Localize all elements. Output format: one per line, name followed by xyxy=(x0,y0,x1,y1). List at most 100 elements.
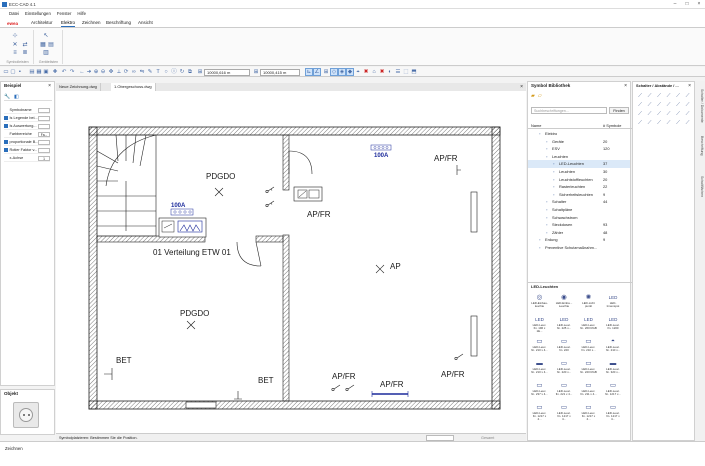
cursor-icon[interactable]: ↖ xyxy=(43,33,49,39)
library-search-button[interactable]: Finden xyxy=(609,107,629,114)
stop-icon[interactable]: ✖ xyxy=(379,69,385,75)
tree-item[interactable]: ▫ Zähler 48 xyxy=(528,229,630,237)
symbol-tile[interactable]: ▭ LED-Leuc. fin. 1217 x 4... xyxy=(605,404,622,421)
side-tab-beschriftung[interactable]: Beschriftung xyxy=(695,131,704,161)
symbol-tile[interactable]: ▭ LED-Leuc. fin. 220 RGB xyxy=(580,360,597,375)
property-value[interactable] xyxy=(38,140,50,145)
minimize-icon[interactable]: – xyxy=(669,0,681,9)
tree-item[interactable]: ▫ Leuchtstoffleuchten 20 xyxy=(528,176,630,184)
open-icon[interactable]: ▢ xyxy=(10,69,16,75)
coord-x-input[interactable]: 10000,616 m xyxy=(204,68,250,76)
property-value[interactable] xyxy=(38,108,50,113)
tree-item[interactable]: ▫ Steckdosen 93 xyxy=(528,221,630,229)
checkbox[interactable] xyxy=(4,132,8,136)
pan-icon[interactable]: ✥ xyxy=(108,69,114,75)
tree-item[interactable]: ▫ Schalter 44 xyxy=(528,198,630,206)
symbol-tile[interactable]: ▬ LED-Leuc. fin. 210 x 4... xyxy=(531,360,548,375)
mirror-icon[interactable]: ⇋ xyxy=(139,69,145,75)
switch-symbol-icon[interactable]: ⟋ xyxy=(674,110,682,118)
symbol-tile[interactable]: ▬ LED-Leuc. fin. 320 x... xyxy=(605,360,622,375)
symbol-tile[interactable]: ◉ LED-Einba. -Leuchte xyxy=(556,294,573,309)
doc-tab-obergeschoss[interactable]: 1.Obergeschoss.dwg xyxy=(111,83,156,91)
switch-symbol-icon[interactable]: ⟋ xyxy=(655,101,663,109)
switch-symbol-icon[interactable]: ⟋ xyxy=(684,119,692,127)
checkbox[interactable] xyxy=(4,116,8,120)
tree-item[interactable]: ▫ Schaltpläne xyxy=(528,206,630,214)
switch-symbol-icon[interactable]: ⟋ xyxy=(674,101,682,109)
side-tab-schaltflaechen[interactable]: Schaltflächen xyxy=(695,169,704,204)
select-icon[interactable]: ⬚ xyxy=(403,69,409,75)
switch-symbol-icon[interactable]: ⟋ xyxy=(674,119,682,127)
tree-item[interactable]: ▫ LED-Leuchten 37 xyxy=(528,160,630,168)
switch-symbol-icon[interactable]: ⟋ xyxy=(646,110,654,118)
rotate-icon[interactable]: ⟳ xyxy=(123,69,129,75)
drawing-canvas[interactable]: PDGDO PDGDO AP/FR AP/FR AP/FR AP/FR AP/F… xyxy=(56,91,526,433)
symbol-tile[interactable]: LED LED-Innenspot xyxy=(605,294,622,309)
switch-symbol-icon[interactable]: ⟋ xyxy=(684,110,692,118)
filter2-icon[interactable]: ⬒ xyxy=(411,69,417,75)
snap-grid-icon[interactable]: ⊞ xyxy=(323,69,329,75)
tree-item[interactable]: ▫ Leuchten xyxy=(528,153,630,161)
side-tab-schalter[interactable]: Schalter / Dokumente xyxy=(695,86,704,126)
floor-plan[interactable]: PDGDO PDGDO AP/FR AP/FR AP/FR AP/FR AP/F… xyxy=(56,91,526,433)
symbol-tile[interactable]: ▭ LED-Leuc. fin. 220 xyxy=(556,338,573,353)
link-icon[interactable]: ∞ xyxy=(131,69,137,75)
property-value[interactable]: Fa... xyxy=(38,132,50,137)
arrow-icon[interactable]: ➜ xyxy=(86,69,92,75)
symbol-tile[interactable]: ✺ LED-Licht punkt xyxy=(580,294,597,309)
tab-ansicht[interactable]: Ansicht xyxy=(138,20,153,25)
tree-item[interactable]: ▫ Sicherheitsleuchten 9 xyxy=(528,191,630,199)
symbol-tile[interactable]: ▭ LED-Leuc. fin. 210 x... xyxy=(580,338,597,353)
table-icon[interactable]: ▦ xyxy=(40,42,46,48)
maximize-icon[interactable]: □ xyxy=(681,0,693,9)
zoom-in-icon[interactable]: ⊕ xyxy=(93,69,99,75)
library-search-input[interactable]: Suchbeschriftungen... xyxy=(531,107,607,114)
checkbox[interactable] xyxy=(4,124,8,128)
checkbox[interactable] xyxy=(4,156,8,160)
checkbox[interactable] xyxy=(4,148,8,152)
symbol-cross-icon[interactable]: ✕ xyxy=(12,42,18,48)
tree-item[interactable]: ▫ Rasterleuchten 22 xyxy=(528,183,630,191)
property-row[interactable]: Is Auswertung... xyxy=(4,123,50,130)
snap-icon[interactable]: ✚ xyxy=(52,69,58,75)
symbol-insert-icon[interactable]: ⊹ xyxy=(12,33,18,39)
switch-symbol-icon[interactable]: ⟋ xyxy=(655,92,663,100)
copy-icon[interactable]: ⧉ xyxy=(187,69,193,75)
library-close-icon[interactable]: × xyxy=(624,83,627,89)
checkbox[interactable] xyxy=(4,140,8,144)
symbol-tile[interactable]: ▭ LED-Leuc. fin. 1217 x 4... xyxy=(531,404,548,421)
symbol-tile[interactable]: ▭ LED-Leuc. fin. 1217 x... xyxy=(605,382,622,397)
symbol-tile[interactable]: ▭ LED-Leuc. fin. 1217 x 4... xyxy=(580,404,597,421)
symbol-tile[interactable]: ▭ LED-Leuc. fin. 220 x... xyxy=(556,360,573,375)
tree-item[interactable]: ▫ Preventive Schutzmaßnahm... xyxy=(528,244,630,252)
edit-icon[interactable]: ✎ xyxy=(147,69,153,75)
tab-beschriftung[interactable]: Beschriftung xyxy=(106,20,131,25)
tree-item[interactable]: ▫ Leuchten 30 xyxy=(528,168,630,176)
property-row[interactable]: Farbbereiche Fa... xyxy=(4,131,50,138)
tree-item[interactable]: ▫ Geräte 20 xyxy=(528,138,630,146)
switch-symbol-icon[interactable]: ⟋ xyxy=(665,101,673,109)
symbol-tile[interactable]: LED LED-Leuc. fin. 225 x... xyxy=(556,316,573,331)
symbol-stack-icon[interactable]: ≣ xyxy=(22,50,28,56)
new-file-icon[interactable]: ▭ xyxy=(3,69,9,75)
zoom-select[interactable]: Gesamt xyxy=(481,436,494,440)
circle-icon[interactable]: ○ xyxy=(163,69,169,75)
doc-tab-neue-zeichnung[interactable]: Neue Zeichnung.dwg xyxy=(56,83,101,91)
switch-symbol-icon[interactable]: ⟋ xyxy=(636,92,644,100)
property-row[interactable]: Is Legende bei... xyxy=(4,115,50,122)
property-row[interactable]: Symbolname xyxy=(4,107,50,114)
panel-close-icon[interactable]: × xyxy=(48,83,51,89)
grid-icon[interactable]: ▣ xyxy=(43,69,49,75)
symbol-tile[interactable]: LED LED-Leuc. fin. 260 RGB xyxy=(580,316,597,331)
zoom-out-icon[interactable]: ⊖ xyxy=(100,69,106,75)
symbol-tile[interactable]: ◓ LED-Leuc. fin. 210 x... xyxy=(605,338,622,353)
redo-icon[interactable]: ↷ xyxy=(69,69,75,75)
symbol-list-icon[interactable]: ≡ xyxy=(12,50,18,56)
menu-fenster[interactable]: Fenster xyxy=(57,9,72,18)
ortho-icon[interactable]: ⊾ xyxy=(305,68,313,76)
measure-icon[interactable]: ⟂ xyxy=(116,69,122,75)
switch-symbol-icon[interactable]: ⟋ xyxy=(655,119,663,127)
menu-hilfe[interactable]: Hilfe xyxy=(77,9,86,18)
osnap2-icon[interactable]: ◈ xyxy=(338,68,346,76)
switch-symbol-icon[interactable]: ⟋ xyxy=(665,119,673,127)
